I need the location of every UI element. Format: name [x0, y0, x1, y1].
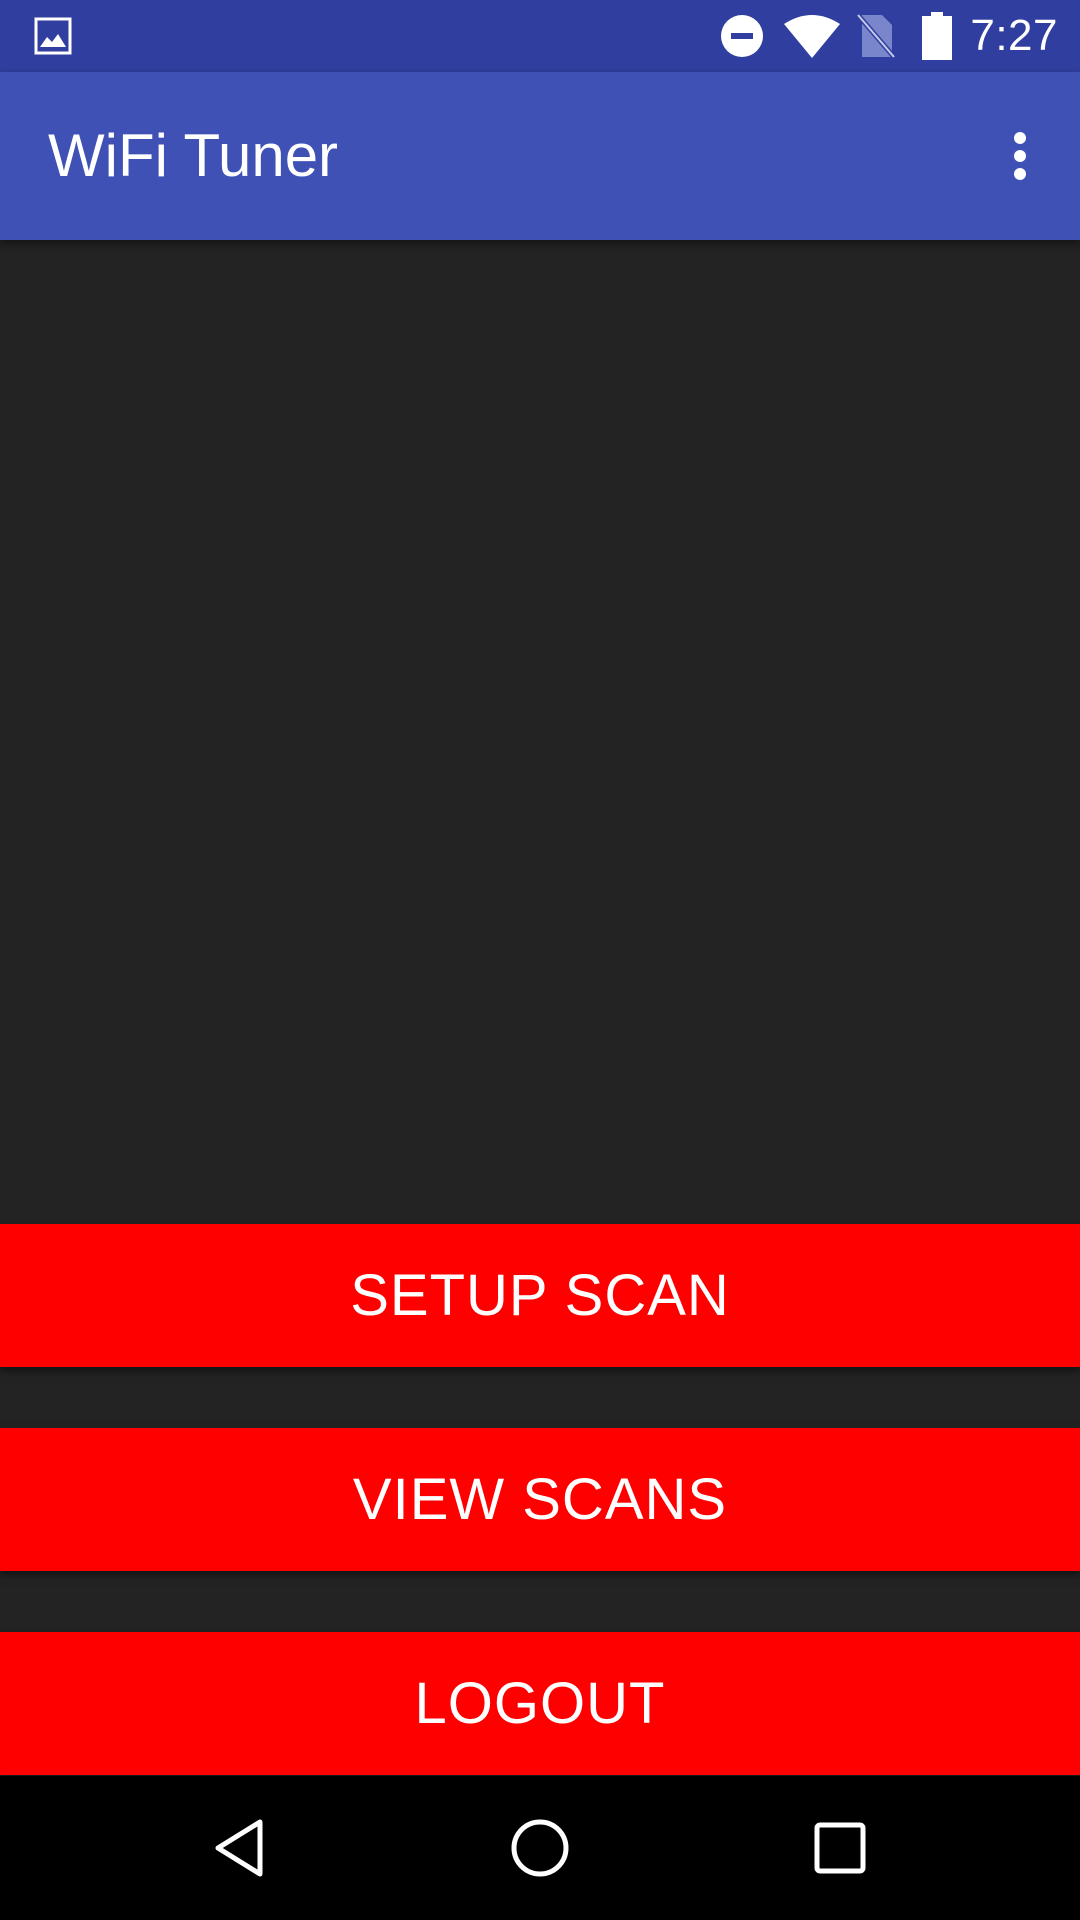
back-button[interactable] [180, 1800, 300, 1896]
overflow-menu-icon [1014, 132, 1026, 180]
recents-button[interactable] [780, 1800, 900, 1896]
no-sim-icon [856, 0, 896, 72]
status-bar: 7:27 [0, 0, 1080, 72]
home-button[interactable] [480, 1800, 600, 1896]
do-not-disturb-icon [720, 0, 764, 72]
logout-button[interactable]: LOGOUT [0, 1632, 1080, 1775]
main-content: SETUP SCAN VIEW SCANS LOGOUT [0, 240, 1080, 1776]
clock: 7:27 [970, 11, 1058, 60]
setup-scan-button[interactable]: SETUP SCAN [0, 1224, 1080, 1367]
view-scans-button[interactable]: VIEW SCANS [0, 1428, 1080, 1571]
home-icon [511, 1819, 569, 1877]
battery-icon [922, 0, 952, 72]
back-icon [215, 1819, 263, 1877]
app-title: WiFi Tuner [48, 122, 339, 189]
overflow-menu-button[interactable] [972, 108, 1068, 204]
image-notification-icon [34, 0, 72, 72]
app-bar: WiFi Tuner [0, 72, 1080, 240]
recents-icon [814, 1822, 866, 1874]
wifi-icon [784, 0, 840, 72]
navigation-bar [0, 1776, 1080, 1920]
